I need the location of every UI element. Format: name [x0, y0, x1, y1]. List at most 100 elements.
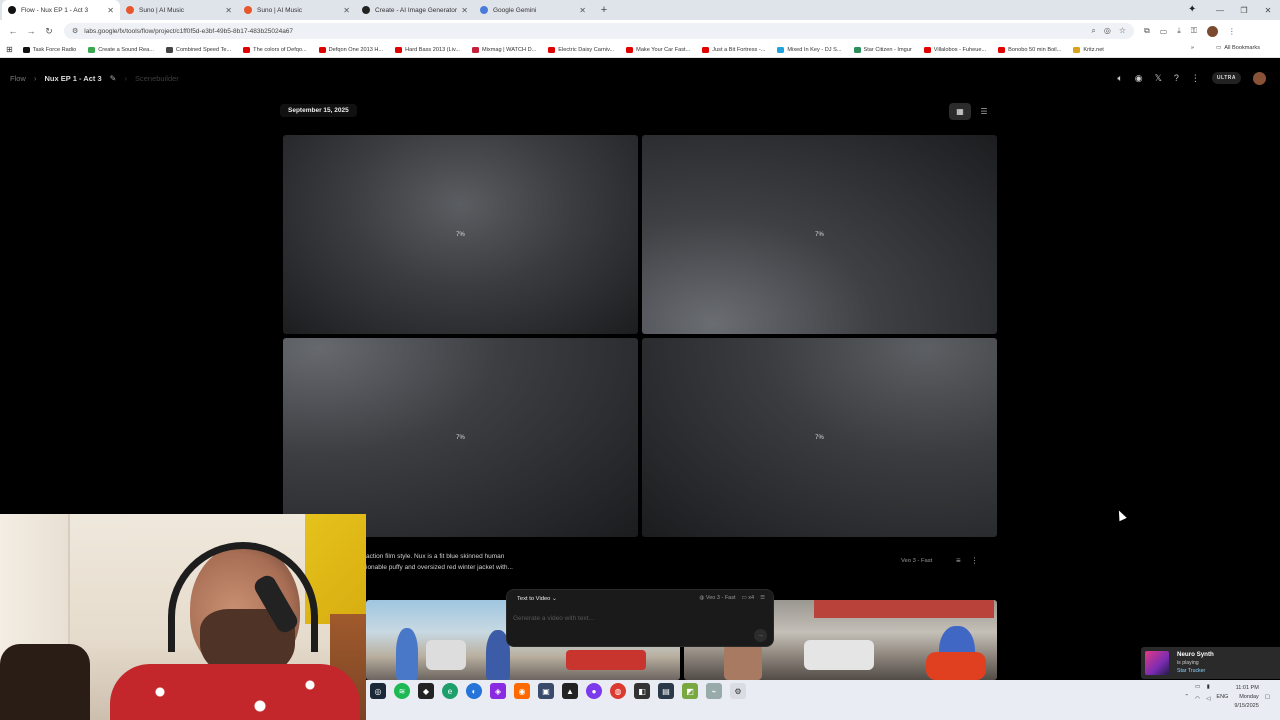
now-playing-toast[interactable]: Neuro Synth is playing Star Trucker [1141, 647, 1280, 679]
close-icon[interactable]: ✕ [461, 6, 468, 15]
bookmark-item[interactable]: Hard Bass 2013 (Liv... [395, 46, 460, 53]
send-button[interactable]: → [754, 629, 767, 642]
list-view-icon[interactable]: ☰ [973, 103, 995, 120]
browser-tab[interactable]: Flow - Nux EP 1 - Act 3 ✕ [2, 0, 120, 20]
count-selector[interactable]: ▭ x4 [742, 595, 755, 601]
grid-view-icon[interactable]: ▦ [949, 103, 971, 120]
menu-kebab-icon[interactable]: ⋮ [1228, 27, 1236, 36]
address-bar[interactable]: ⚙ labs.google/fx/tools/flow/project/c1ff… [64, 23, 1134, 39]
bookmark-item[interactable]: Villalobos - Fuheue... [923, 46, 986, 53]
notification-icon[interactable]: ▢ [1265, 694, 1270, 700]
edit-pencil-icon[interactable]: ✎ [110, 74, 117, 83]
bookmark-item[interactable]: Create a Sound Rea... [88, 46, 154, 53]
wifi-icon[interactable]: ◠ [1195, 696, 1200, 702]
app-icon[interactable]: ◩ [682, 683, 698, 699]
help-icon[interactable]: ? [1174, 73, 1179, 83]
app-icon[interactable]: ◆ [418, 683, 434, 699]
bookmark-item[interactable]: Electric Daisy Carniv... [548, 46, 614, 53]
download-icon[interactable]: ⤓ [1177, 26, 1181, 36]
close-window-icon[interactable]: ✕ [1256, 6, 1280, 15]
browser-tab[interactable]: Suno | AI Music ✕ [238, 0, 356, 20]
profile-avatar[interactable] [1206, 25, 1218, 37]
minimize-icon[interactable]: — [1208, 6, 1232, 15]
more-vert-icon[interactable]: ⋮ [1191, 73, 1200, 84]
extensions-icon[interactable]: ⧉ [1144, 26, 1150, 36]
zoom-icon[interactable]: ⌕ [1091, 26, 1095, 36]
forward-icon[interactable]: → [24, 26, 38, 36]
video-tile[interactable]: 7% [283, 135, 638, 334]
new-tab-button[interactable]: + [596, 0, 612, 20]
bookmark-item[interactable]: Kritz.net [1073, 46, 1104, 53]
app-icon[interactable]: ◉ [514, 683, 530, 699]
user-avatar[interactable] [1253, 71, 1266, 85]
app-icon[interactable]: ◐ [466, 683, 482, 699]
volume-tray-icon[interactable]: ◁ [1206, 696, 1210, 702]
discord-icon[interactable]: ◉ [1135, 73, 1143, 84]
tab-favicon [480, 6, 488, 14]
bookmarks-overflow-icon[interactable]: » [1191, 45, 1194, 51]
project-title[interactable]: Nux EP 1 - Act 3 [45, 74, 102, 83]
volume-icon[interactable]: 🔈︎ [1117, 73, 1122, 84]
close-icon[interactable]: ✕ [343, 6, 350, 15]
bookmark-item[interactable]: The colors of Defqo... [243, 46, 307, 53]
obs-icon[interactable]: ● [586, 683, 602, 699]
app-icon[interactable]: ▣ [538, 683, 554, 699]
bookmark-item[interactable]: Mixed In Key - DJ S... [777, 46, 842, 53]
video-tile[interactable]: 7% [642, 135, 997, 334]
mode-selector[interactable]: Text to Video ⌄ [517, 596, 557, 602]
bookmark-apps-icon[interactable]: ⊞ [6, 45, 13, 54]
app-icon[interactable]: ⌁ [706, 683, 722, 699]
prompt-preview[interactable]: action film style. Nux is a fit blue ski… [366, 551, 646, 573]
video-tile[interactable]: 7% [283, 338, 638, 537]
settings-icon[interactable]: ☰ [760, 595, 765, 601]
bookmark-item[interactable]: Combined Speed Te... [165, 46, 231, 53]
browser-tab[interactable]: Create - AI Image Generator | L ✕ [356, 0, 474, 20]
tab-title: Google Gemini [493, 6, 537, 14]
bookmark-item[interactable]: Defqon One 2013 H... [318, 46, 383, 53]
close-icon[interactable]: ✕ [579, 6, 586, 15]
bookmark-favicon-icon [998, 46, 1006, 53]
app-icon[interactable]: ▲ [562, 683, 578, 699]
model-selector[interactable]: ◍ Veo 3 - Fast [700, 595, 736, 601]
video-tile[interactable]: 7% [642, 338, 997, 537]
breadcrumb-root[interactable]: Flow [10, 74, 26, 83]
spotify-icon[interactable]: ≋ [394, 683, 410, 699]
browser-tab[interactable]: Suno | AI Music ✕ [120, 0, 238, 20]
gemini-icon[interactable]: ✦ [1188, 4, 1196, 15]
app-icon[interactable]: ◧ [634, 683, 650, 699]
settings-gear-icon[interactable]: ⚙ [730, 683, 746, 699]
prompt-input[interactable] [513, 612, 713, 624]
edge-icon[interactable]: e [442, 683, 458, 699]
bookmark-item[interactable]: Just a Bit Fortress -... [702, 46, 765, 53]
clock[interactable]: 11:01 PM Monday 9/15/2025 [1234, 684, 1258, 711]
mic-icon[interactable]: ▮ [1207, 684, 1210, 690]
all-bookmarks[interactable]: ▭ All Bookmarks [1216, 45, 1260, 51]
bookmark-item[interactable]: Make Your Car Fast... [626, 46, 690, 53]
app-icon[interactable]: ◈ [490, 683, 506, 699]
bookmark-item[interactable]: Star Citizen - Imgur [853, 46, 912, 53]
bookmark-item[interactable]: Task Force Radio [22, 46, 76, 53]
side-panel-icon[interactable]: ▭ [1160, 27, 1168, 36]
app-icon[interactable]: ▤ [658, 683, 674, 699]
chrome-icon[interactable]: ◍ [610, 683, 626, 699]
language-indicator[interactable]: ENG [1216, 694, 1228, 700]
bookmark-star-icon[interactable]: ☆ [1119, 26, 1126, 36]
back-icon[interactable]: ← [6, 26, 20, 36]
eye-off-icon[interactable]: ◎ [1104, 26, 1111, 36]
reuse-prompt-icon[interactable]: ≡ [956, 556, 961, 565]
tray-overflow-icon[interactable]: ⌃ [1184, 694, 1189, 700]
x-logo-icon[interactable]: 𝕏 [1155, 73, 1162, 84]
restore-icon[interactable]: ❐ [1232, 6, 1256, 15]
site-info-icon[interactable]: ⚙ [72, 27, 78, 35]
network-icon[interactable]: ▭ [1195, 684, 1200, 690]
bookmark-item[interactable]: Bonobo 50 min Boil... [998, 46, 1061, 53]
bookmark-item[interactable]: Mixmag | WATCH D... [472, 46, 536, 53]
password-icon[interactable]: ⚿ [1191, 26, 1197, 36]
steam-icon[interactable]: ◎ [370, 683, 386, 699]
breadcrumb-scenebuilder[interactable]: Scenebuilder [135, 74, 179, 83]
reload-icon[interactable]: ↻ [42, 26, 56, 37]
browser-tab[interactable]: Google Gemini ✕ [474, 0, 592, 20]
close-icon[interactable]: ✕ [225, 6, 232, 15]
close-icon[interactable]: ✕ [107, 6, 114, 15]
more-options-icon[interactable]: ⋮ [971, 556, 979, 565]
